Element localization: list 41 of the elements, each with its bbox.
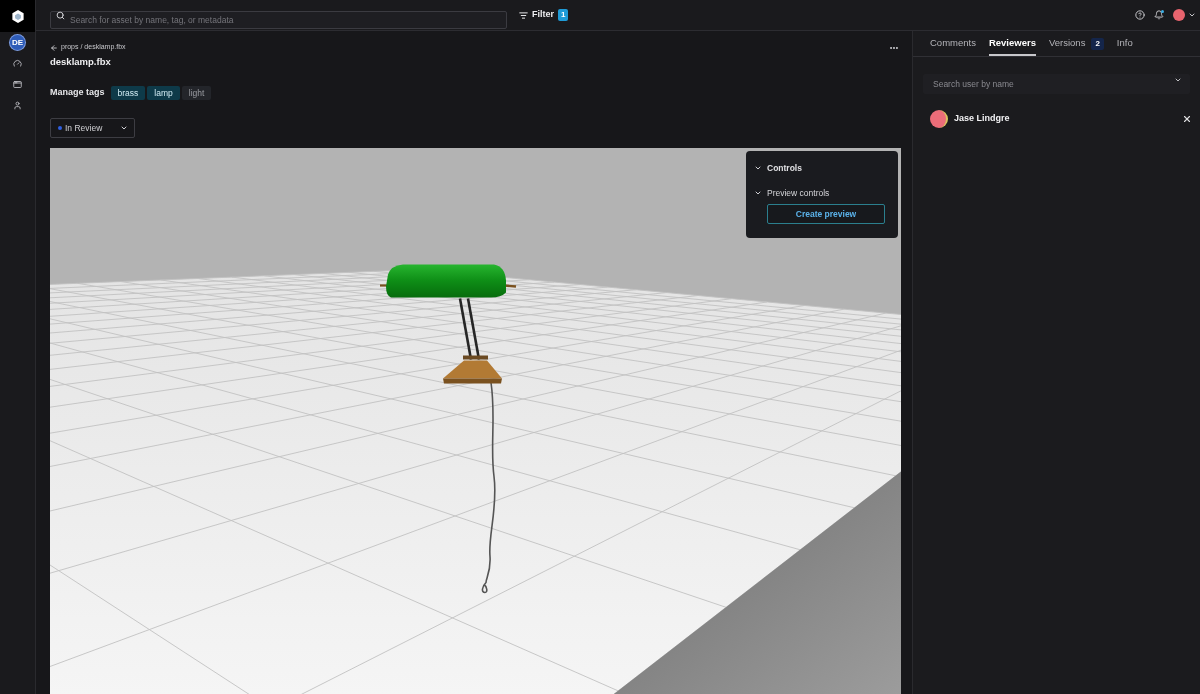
search-field[interactable]: Search for asset by name, tag, or metadata xyxy=(50,11,507,29)
chevron-icon xyxy=(754,164,762,172)
create-preview-button[interactable]: Create preview xyxy=(767,204,885,224)
remove-reviewer-button[interactable] xyxy=(1182,114,1192,124)
panel-tab[interactable]: Comments xyxy=(930,31,976,56)
controls-toggle[interactable]: Controls xyxy=(754,163,885,173)
close-icon xyxy=(1182,114,1192,124)
back-arrow-icon[interactable] xyxy=(50,43,58,52)
avatar-icon xyxy=(930,110,948,128)
avatar-icon xyxy=(1173,9,1185,21)
filter-count-badge: 1 xyxy=(558,9,569,21)
panel-tab[interactable]: Info xyxy=(1116,31,1133,56)
account-menu-button[interactable] xyxy=(1173,9,1196,21)
tags-label: Manage tags xyxy=(50,86,105,100)
help-icon[interactable] xyxy=(1135,10,1145,20)
tag-chip[interactable]: lamp xyxy=(147,86,180,100)
search-icon xyxy=(56,10,65,20)
filter-icon xyxy=(519,10,528,20)
chevron-icon xyxy=(120,124,128,132)
chevron-icon xyxy=(1174,76,1182,84)
chevron-icon xyxy=(1188,11,1196,19)
panel-tab[interactable]: Reviewers xyxy=(988,31,1036,56)
asset-title: desklamp.fbx xyxy=(50,55,112,68)
panel-tab[interactable]: Versions 2 xyxy=(1048,31,1104,56)
notifications-bell-icon[interactable] xyxy=(1154,10,1164,20)
filter-button[interactable]: Filter 1 xyxy=(519,8,569,22)
count-badge: 2 xyxy=(1091,37,1104,50)
tag-chip[interactable]: light xyxy=(181,86,212,100)
workspace-avatar[interactable]: DE xyxy=(10,35,25,50)
gauge-icon[interactable] xyxy=(13,59,22,68)
user-icon[interactable] xyxy=(13,101,22,110)
chevron-icon xyxy=(754,189,762,197)
tag-chip[interactable]: brass xyxy=(110,86,146,100)
hexagon-logo-icon xyxy=(11,9,24,23)
3d-viewport[interactable]: Controls Preview controls Create preview xyxy=(50,148,901,694)
section-toggle[interactable]: Preview controls xyxy=(754,188,885,198)
user-search-field[interactable]: Search user by name xyxy=(923,74,1190,94)
window-icon[interactable] xyxy=(13,80,22,89)
status-dropdown[interactable]: In Review xyxy=(50,118,135,138)
logo-tile[interactable] xyxy=(0,0,35,32)
reviewer-name: Jase Lindgre xyxy=(954,112,1010,126)
